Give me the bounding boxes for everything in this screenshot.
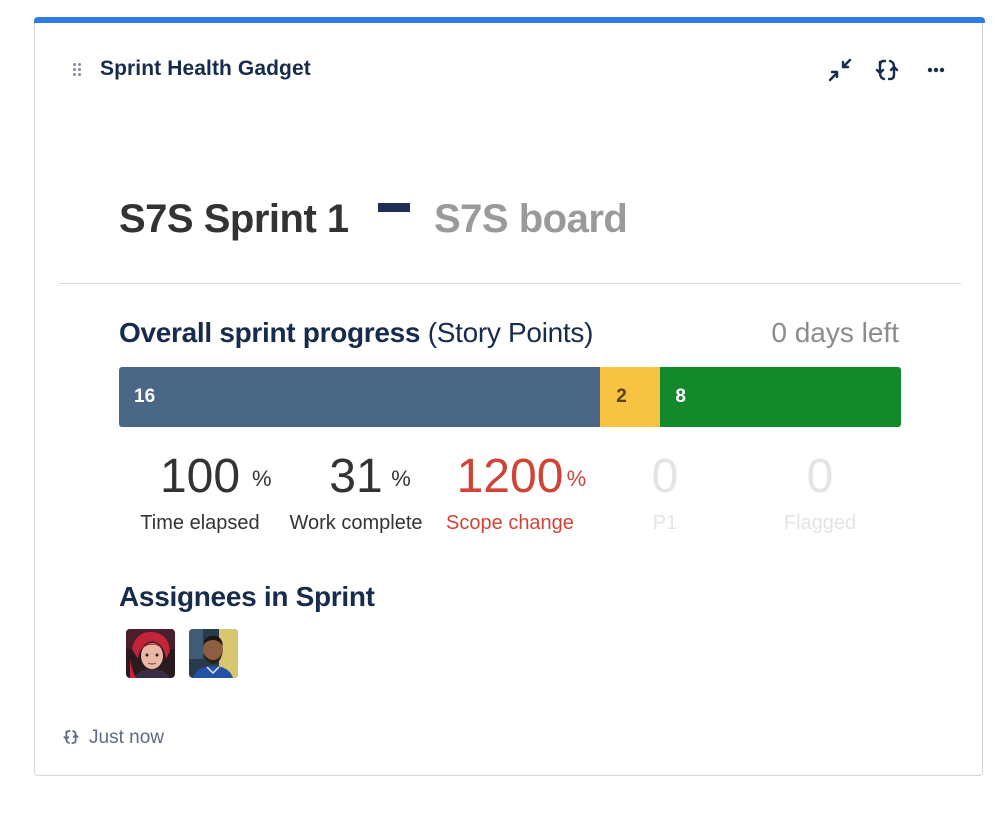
sprint-health-gadget: Sprint Health Gadget S7S Sprint 1 S7S bo… (34, 17, 985, 776)
gadget-title: Sprint Health Gadget (100, 57, 311, 80)
stat-scope-change-label: Scope change (446, 512, 574, 534)
segment-in-progress-label: 2 (616, 386, 627, 407)
days-left: 0 days left (771, 317, 899, 348)
progress-segment-in-progress[interactable]: 2 (600, 367, 661, 427)
progress-segment-done[interactable]: 8 (660, 367, 901, 427)
minimize-icon[interactable] (825, 55, 855, 85)
assignee-avatar-2[interactable] (189, 629, 238, 678)
progress-title-text: Overall sprint progress (119, 317, 421, 348)
sprint-name[interactable]: S7S Sprint 1 (119, 197, 349, 242)
stat-scope-change-value: 1200% (457, 447, 587, 507)
stat-time-elapsed-value: 100% (160, 447, 272, 507)
stat-time-elapsed-label: Time elapsed (140, 512, 260, 534)
stat-work-complete-label: Work complete (289, 512, 423, 534)
sprint-board-separator (378, 203, 410, 212)
more-icon[interactable] (921, 55, 951, 85)
progress-unit: (Story Points) (427, 317, 594, 348)
progress-title: Overall sprint progress (Story Points) (119, 317, 593, 349)
stat-flagged-value: 0 (806, 450, 834, 503)
footer-refresh-icon[interactable] (61, 727, 81, 747)
stat-work-complete-unit: % (391, 466, 411, 491)
stat-time-elapsed: 100% Time elapsed (135, 447, 272, 535)
refresh-icon[interactable] (872, 55, 902, 85)
drag-handle-icon[interactable] (73, 63, 83, 77)
divider (59, 283, 961, 284)
stat-time-elapsed-unit: % (251, 466, 272, 491)
segment-todo-label: 16 (134, 386, 156, 407)
progress-segment-todo[interactable]: 16 (119, 367, 601, 427)
segment-done-label: 8 (675, 386, 686, 407)
stat-flagged: 0 Flagged (765, 447, 875, 535)
stat-work-complete: 31% Work complete (281, 447, 431, 535)
stat-scope-change-unit: % (566, 466, 587, 491)
last-updated-time: Just now (89, 727, 164, 748)
gadget-accent-bar (34, 17, 985, 23)
assignee-avatar-1[interactable] (126, 629, 175, 678)
stat-work-complete-value: 31% (329, 447, 411, 507)
board-name[interactable]: S7S board (434, 197, 628, 242)
stat-p1-label: P1 (652, 512, 678, 534)
stat-p1-value: 0 (651, 450, 679, 503)
stat-p1: 0 P1 (615, 447, 715, 535)
assignees-title: Assignees in Sprint (119, 581, 375, 612)
sprint-progress-bar: 16 2 8 (119, 367, 901, 427)
stat-flagged-label: Flagged (783, 512, 857, 534)
stat-scope-change: 1200% Scope change (439, 447, 587, 535)
